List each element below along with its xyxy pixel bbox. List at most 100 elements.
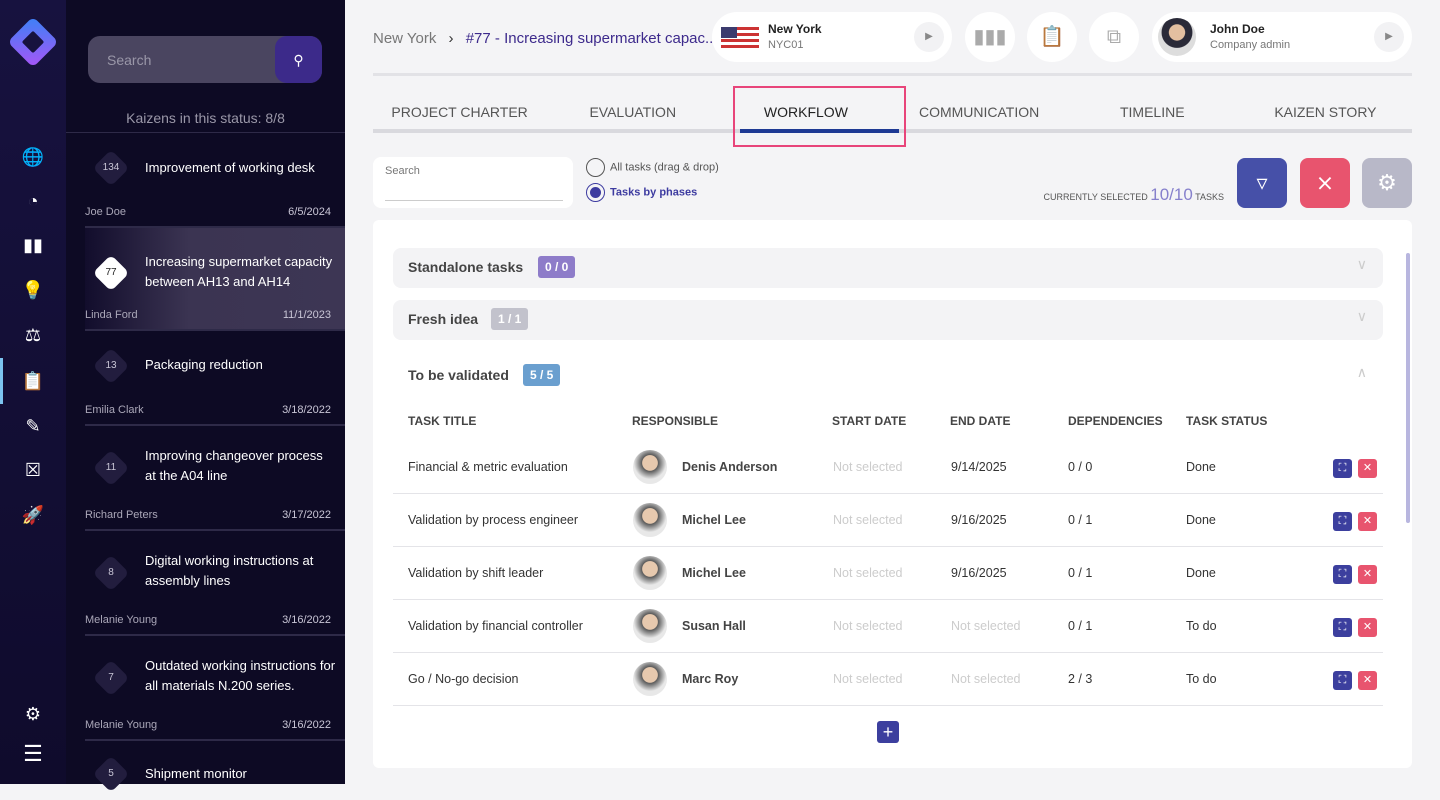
task-title[interactable]: Financial & metric evaluation	[408, 460, 568, 474]
radio-all-tasks[interactable]: All tasks (drag & drop)	[586, 158, 719, 177]
phase-to-be-validated[interactable]: To be validated 5 / 5 ∧	[393, 356, 1383, 396]
chevron-down-icon[interactable]: ∨	[1357, 308, 1367, 325]
tab-communication[interactable]: COMMUNICATION	[893, 95, 1066, 129]
signpost-icon[interactable]: ⧉	[1089, 12, 1139, 62]
scrollbar[interactable]	[1406, 253, 1410, 523]
kaizen-id: 8	[108, 567, 114, 578]
end-date[interactable]: 9/16/2025	[951, 513, 1007, 527]
search-input[interactable]: Search	[107, 52, 151, 68]
chevron-up-icon[interactable]: ∧	[1357, 364, 1367, 381]
end-date[interactable]: Not selected	[951, 619, 1020, 633]
filter-button[interactable]: ▿	[1237, 158, 1287, 208]
table-row[interactable]: Validation by process engineer Michel Le…	[393, 494, 1383, 547]
breadcrumb-current: #77 - Increasing supermarket capac...	[465, 30, 718, 47]
app-logo[interactable]	[7, 16, 59, 68]
task-title[interactable]: Validation by shift leader	[408, 566, 543, 580]
end-date[interactable]: 9/16/2025	[951, 566, 1007, 580]
lightbulb-icon[interactable]: 💡	[20, 277, 46, 303]
task-status[interactable]: Done	[1186, 460, 1216, 474]
barcode-icon[interactable]: ▮▮	[20, 232, 46, 258]
search-button[interactable]: ⚲	[275, 36, 322, 83]
table-row[interactable]: Validation by shift leader Michel Lee No…	[393, 547, 1383, 600]
start-date[interactable]: Not selected	[833, 513, 902, 527]
list-item[interactable]: 5 Shipment monitor	[85, 741, 345, 793]
list-item-selected[interactable]: 77 Increasing supermarket capacity betwe…	[85, 228, 345, 331]
phase-fresh-idea[interactable]: Fresh idea 1 / 1 ∨	[393, 300, 1383, 340]
task-search-input[interactable]: Search	[373, 157, 573, 208]
sliders-icon[interactable]: ⚙	[20, 701, 46, 727]
radio-label: All tasks (drag & drop)	[610, 161, 719, 174]
phase-standalone-tasks[interactable]: Standalone tasks 0 / 0 ∨	[393, 248, 1383, 288]
task-status[interactable]: To do	[1186, 672, 1217, 686]
tab-project-charter[interactable]: PROJECT CHARTER	[373, 95, 546, 129]
table-row[interactable]: Go / No-go decision Marc Roy Not selecte…	[393, 653, 1383, 706]
menu-icon[interactable]: ☰	[20, 741, 46, 767]
expand-icon[interactable]: ⛶	[1333, 512, 1352, 531]
user-name: John Doe	[1210, 22, 1265, 36]
plus-icon: +	[882, 722, 894, 742]
play-arrow-icon[interactable]: ▶	[914, 22, 944, 52]
end-date[interactable]: 9/14/2025	[951, 460, 1007, 474]
kaizen-search[interactable]: Search ⚲	[88, 36, 322, 83]
list-item[interactable]: 11 Improving changeover process at the A…	[85, 426, 345, 531]
kaizen-date: 3/16/2022	[282, 719, 331, 731]
settings-button[interactable]: ⚙	[1362, 158, 1412, 208]
kaizen-list: 134 Improvement of working desk Joe Doe …	[66, 132, 345, 793]
table-row[interactable]: Financial & metric evaluation Denis Ande…	[393, 441, 1383, 494]
location-selector[interactable]: New York NYC01 ▶	[712, 12, 952, 62]
close-icon[interactable]: ✕	[1358, 671, 1377, 690]
clipboard-kaizen-icon[interactable]: 📋	[20, 368, 46, 394]
expand-icon[interactable]: ⛶	[1333, 565, 1352, 584]
add-task-button[interactable]: +	[877, 721, 899, 743]
end-date[interactable]: Not selected	[951, 672, 1020, 686]
tab-evaluation[interactable]: EVALUATION	[546, 95, 719, 129]
pie-chart-icon[interactable]: ◔	[20, 188, 46, 214]
close-icon[interactable]: ✕	[1358, 618, 1377, 637]
gear-icon: ⚙	[1377, 170, 1397, 195]
kaizen-title: Packaging reduction	[145, 357, 263, 372]
list-item[interactable]: 7 Outdated working instructions for all …	[85, 636, 345, 741]
dependencies: 0 / 1	[1068, 619, 1093, 633]
start-date[interactable]: Not selected	[833, 460, 902, 474]
clipboard-check-icon[interactable]: 📋	[1027, 12, 1077, 62]
clipboard-x-icon[interactable]: ☒	[20, 457, 46, 483]
start-date[interactable]: Not selected	[833, 672, 902, 686]
breadcrumb-location[interactable]: New York	[373, 30, 436, 47]
rocket-icon[interactable]: 🚀	[20, 502, 46, 528]
table-row[interactable]: Validation by financial controller Susan…	[393, 600, 1383, 653]
edit-flash-icon[interactable]: ✎	[20, 413, 46, 439]
clear-filter-button[interactable]: ⨯	[1300, 158, 1350, 208]
start-date[interactable]: Not selected	[833, 619, 902, 633]
globe-pin-icon[interactable]: 🌐	[20, 144, 46, 170]
phase-count: 5 / 5	[523, 364, 561, 386]
list-item[interactable]: 134 Improvement of working desk Joe Doe …	[85, 133, 345, 228]
chevron-down-icon[interactable]: ∨	[1357, 256, 1367, 273]
list-item[interactable]: 8 Digital working instructions at assemb…	[85, 531, 345, 636]
user-menu[interactable]: John Doe Company admin ▶	[1152, 12, 1412, 62]
expand-icon[interactable]: ⛶	[1333, 618, 1352, 637]
close-icon[interactable]: ✕	[1358, 512, 1377, 531]
tab-kaizen-story[interactable]: KAIZEN STORY	[1239, 95, 1412, 129]
barcode-icon[interactable]: ▮▮▮	[965, 12, 1015, 62]
column-header: START DATE	[832, 414, 907, 428]
avatar	[633, 662, 667, 696]
close-icon[interactable]: ✕	[1358, 459, 1377, 478]
task-status[interactable]: To do	[1186, 619, 1217, 633]
tab-timeline[interactable]: TIMELINE	[1066, 95, 1239, 129]
expand-icon[interactable]: ⛶	[1333, 459, 1352, 478]
expand-icon[interactable]: ⛶	[1333, 671, 1352, 690]
kaizen-date: 3/17/2022	[282, 509, 331, 521]
task-title[interactable]: Validation by process engineer	[408, 513, 578, 527]
task-status[interactable]: Done	[1186, 566, 1216, 580]
task-title[interactable]: Go / No-go decision	[408, 672, 518, 686]
start-date[interactable]: Not selected	[833, 566, 902, 580]
responsible-name: Susan Hall	[682, 619, 746, 633]
close-icon[interactable]: ✕	[1358, 565, 1377, 584]
location-code: NYC01	[768, 39, 804, 51]
task-status[interactable]: Done	[1186, 513, 1216, 527]
scales-icon[interactable]: ⚖	[20, 322, 46, 348]
task-title[interactable]: Validation by financial controller	[408, 619, 583, 633]
radio-tasks-by-phases[interactable]: Tasks by phases	[586, 183, 697, 202]
play-arrow-icon[interactable]: ▶	[1374, 22, 1404, 52]
list-item[interactable]: 13 Packaging reduction Emilia Clark 3/18…	[85, 331, 345, 426]
